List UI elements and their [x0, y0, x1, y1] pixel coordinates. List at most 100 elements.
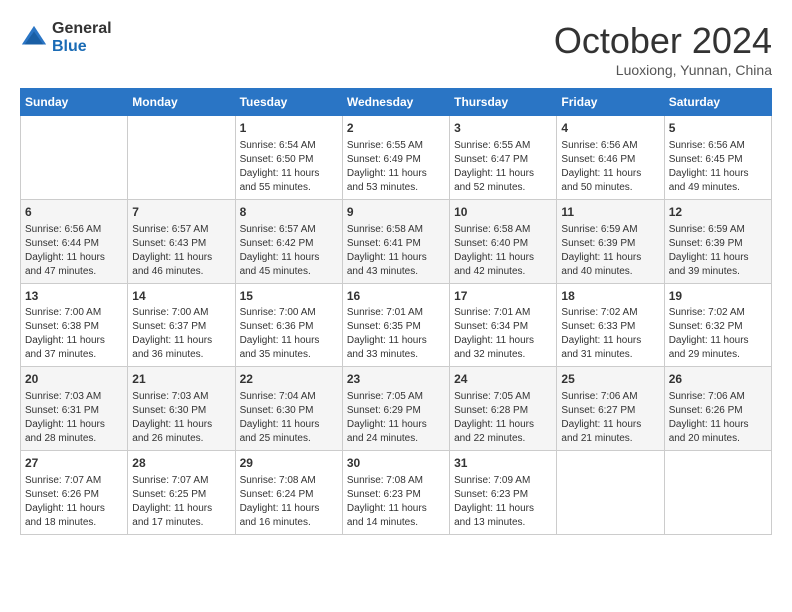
cell-info: Sunrise: 7:00 AM Sunset: 6:38 PM Dayligh… — [25, 306, 123, 362]
calendar-cell: 22 Sunrise: 7:04 AM Sunset: 6:30 PM Dayli… — [235, 367, 342, 451]
calendar-cell: 14Sunrise: 7:00 AM Sunset: 6:37 PM Dayli… — [128, 283, 235, 367]
calendar-week-5: 27 Sunrise: 7:07 AM Sunset: 6:26 PM Dayli… — [21, 451, 772, 535]
calendar-cell: 13Sunrise: 7:00 AM Sunset: 6:38 PM Dayli… — [21, 283, 128, 367]
calendar-cell: 5Sunrise: 6:56 AM Sunset: 6:45 PM Daylig… — [664, 116, 771, 200]
day-number: 9 — [347, 204, 445, 221]
calendar-cell: 16Sunrise: 7:01 AM Sunset: 6:35 PM Dayli… — [342, 283, 449, 367]
month-title: October 2024 — [554, 20, 772, 62]
logo-general: General — [52, 20, 112, 38]
cell-info: Sunrise: 6:56 AM Sunset: 6:45 PM Dayligh… — [669, 139, 767, 195]
cell-info: Sunrise: 7:04 AM Sunset: 6:30 PM Dayligh… — [240, 390, 338, 446]
cell-info: Sunrise: 6:55 AM Sunset: 6:49 PM Dayligh… — [347, 139, 445, 195]
calendar-cell: 18Sunrise: 7:02 AM Sunset: 6:33 PM Dayli… — [557, 283, 664, 367]
cell-info: Sunrise: 6:57 AM Sunset: 6:43 PM Dayligh… — [132, 223, 230, 279]
calendar-cell: 10Sunrise: 6:58 AM Sunset: 6:40 PM Dayli… — [450, 199, 557, 283]
day-number: 2 — [347, 120, 445, 137]
calendar-cell: 6Sunrise: 6:56 AM Sunset: 6:44 PM Daylig… — [21, 199, 128, 283]
calendar-body: 1 Sunrise: 6:54 AM Sunset: 6:50 PM Daylig… — [21, 116, 772, 535]
calendar-cell: 15Sunrise: 7:00 AM Sunset: 6:36 PM Dayli… — [235, 283, 342, 367]
calendar-cell: 2 Sunrise: 6:55 AM Sunset: 6:49 PM Daylig… — [342, 116, 449, 200]
day-number: 14 — [132, 288, 230, 305]
calendar-cell — [557, 451, 664, 535]
cell-info: Sunrise: 7:07 AM Sunset: 6:25 PM Dayligh… — [132, 474, 230, 530]
weekday-wednesday: Wednesday — [342, 89, 449, 116]
day-number: 13 — [25, 288, 123, 305]
day-number: 24 — [454, 371, 552, 388]
calendar-cell: 7 Sunrise: 6:57 AM Sunset: 6:43 PM Daylig… — [128, 199, 235, 283]
logo: General Blue — [20, 20, 112, 55]
cell-info: Sunrise: 7:00 AM Sunset: 6:37 PM Dayligh… — [132, 306, 230, 362]
calendar-header: SundayMondayTuesdayWednesdayThursdayFrid… — [21, 89, 772, 116]
day-number: 28 — [132, 455, 230, 472]
calendar-cell: 30Sunrise: 7:08 AM Sunset: 6:23 PM Dayli… — [342, 451, 449, 535]
day-number: 6 — [25, 204, 123, 221]
day-number: 26 — [669, 371, 767, 388]
calendar-cell: 27 Sunrise: 7:07 AM Sunset: 6:26 PM Dayli… — [21, 451, 128, 535]
weekday-saturday: Saturday — [664, 89, 771, 116]
cell-info: Sunrise: 7:05 AM Sunset: 6:28 PM Dayligh… — [454, 390, 552, 446]
calendar-cell: 21Sunrise: 7:03 AM Sunset: 6:30 PM Dayli… — [128, 367, 235, 451]
logo-icon — [20, 24, 48, 52]
calendar-cell: 23Sunrise: 7:05 AM Sunset: 6:29 PM Dayli… — [342, 367, 449, 451]
calendar-cell: 26 Sunrise: 7:06 AM Sunset: 6:26 PM Dayli… — [664, 367, 771, 451]
page-header: General Blue October 2024 Luoxiong, Yunn… — [20, 20, 772, 78]
calendar-cell: 9Sunrise: 6:58 AM Sunset: 6:41 PM Daylig… — [342, 199, 449, 283]
day-number: 17 — [454, 288, 552, 305]
weekday-sunday: Sunday — [21, 89, 128, 116]
calendar-week-2: 6Sunrise: 6:56 AM Sunset: 6:44 PM Daylig… — [21, 199, 772, 283]
day-number: 23 — [347, 371, 445, 388]
cell-info: Sunrise: 7:08 AM Sunset: 6:24 PM Dayligh… — [240, 474, 338, 530]
calendar-cell: 31Sunrise: 7:09 AM Sunset: 6:23 PM Dayli… — [450, 451, 557, 535]
calendar-cell: 8Sunrise: 6:57 AM Sunset: 6:42 PM Daylig… — [235, 199, 342, 283]
cell-info: Sunrise: 6:55 AM Sunset: 6:47 PM Dayligh… — [454, 139, 552, 195]
day-number: 19 — [669, 288, 767, 305]
day-number: 29 — [240, 455, 338, 472]
cell-info: Sunrise: 6:58 AM Sunset: 6:40 PM Dayligh… — [454, 223, 552, 279]
cell-info: Sunrise: 7:03 AM Sunset: 6:30 PM Dayligh… — [132, 390, 230, 446]
calendar-cell: 19Sunrise: 7:02 AM Sunset: 6:32 PM Dayli… — [664, 283, 771, 367]
cell-info: Sunrise: 7:07 AM Sunset: 6:26 PM Dayligh… — [25, 474, 123, 530]
day-number: 3 — [454, 120, 552, 137]
calendar-cell — [128, 116, 235, 200]
calendar-cell: 24 Sunrise: 7:05 AM Sunset: 6:28 PM Dayli… — [450, 367, 557, 451]
day-number: 20 — [25, 371, 123, 388]
weekday-friday: Friday — [557, 89, 664, 116]
day-number: 7 — [132, 204, 230, 221]
calendar-cell: 29 Sunrise: 7:08 AM Sunset: 6:24 PM Dayli… — [235, 451, 342, 535]
calendar-cell: 11Sunrise: 6:59 AM Sunset: 6:39 PM Dayli… — [557, 199, 664, 283]
calendar-cell: 28 Sunrise: 7:07 AM Sunset: 6:25 PM Dayli… — [128, 451, 235, 535]
day-number: 31 — [454, 455, 552, 472]
calendar-cell: 1 Sunrise: 6:54 AM Sunset: 6:50 PM Daylig… — [235, 116, 342, 200]
cell-info: Sunrise: 6:54 AM Sunset: 6:50 PM Dayligh… — [240, 139, 338, 195]
day-number: 27 — [25, 455, 123, 472]
calendar-cell: 12Sunrise: 6:59 AM Sunset: 6:39 PM Dayli… — [664, 199, 771, 283]
day-number: 1 — [240, 120, 338, 137]
calendar-cell — [21, 116, 128, 200]
location-subtitle: Luoxiong, Yunnan, China — [554, 62, 772, 78]
day-number: 16 — [347, 288, 445, 305]
cell-info: Sunrise: 7:01 AM Sunset: 6:35 PM Dayligh… — [347, 306, 445, 362]
cell-info: Sunrise: 6:59 AM Sunset: 6:39 PM Dayligh… — [561, 223, 659, 279]
calendar-cell: 20 Sunrise: 7:03 AM Sunset: 6:31 PM Dayli… — [21, 367, 128, 451]
cell-info: Sunrise: 6:57 AM Sunset: 6:42 PM Dayligh… — [240, 223, 338, 279]
logo-text: General Blue — [52, 20, 112, 55]
day-number: 25 — [561, 371, 659, 388]
calendar-cell: 25 Sunrise: 7:06 AM Sunset: 6:27 PM Dayli… — [557, 367, 664, 451]
calendar-cell: 4Sunrise: 6:56 AM Sunset: 6:46 PM Daylig… — [557, 116, 664, 200]
calendar-week-1: 1 Sunrise: 6:54 AM Sunset: 6:50 PM Daylig… — [21, 116, 772, 200]
weekday-thursday: Thursday — [450, 89, 557, 116]
cell-info: Sunrise: 7:03 AM Sunset: 6:31 PM Dayligh… — [25, 390, 123, 446]
weekday-monday: Monday — [128, 89, 235, 116]
cell-info: Sunrise: 7:02 AM Sunset: 6:33 PM Dayligh… — [561, 306, 659, 362]
day-number: 22 — [240, 371, 338, 388]
calendar-cell: 17Sunrise: 7:01 AM Sunset: 6:34 PM Dayli… — [450, 283, 557, 367]
cell-info: Sunrise: 7:01 AM Sunset: 6:34 PM Dayligh… — [454, 306, 552, 362]
cell-info: Sunrise: 7:06 AM Sunset: 6:26 PM Dayligh… — [669, 390, 767, 446]
logo-blue: Blue — [52, 38, 112, 56]
cell-info: Sunrise: 7:02 AM Sunset: 6:32 PM Dayligh… — [669, 306, 767, 362]
weekday-tuesday: Tuesday — [235, 89, 342, 116]
day-number: 4 — [561, 120, 659, 137]
weekday-header-row: SundayMondayTuesdayWednesdayThursdayFrid… — [21, 89, 772, 116]
cell-info: Sunrise: 7:06 AM Sunset: 6:27 PM Dayligh… — [561, 390, 659, 446]
day-number: 30 — [347, 455, 445, 472]
